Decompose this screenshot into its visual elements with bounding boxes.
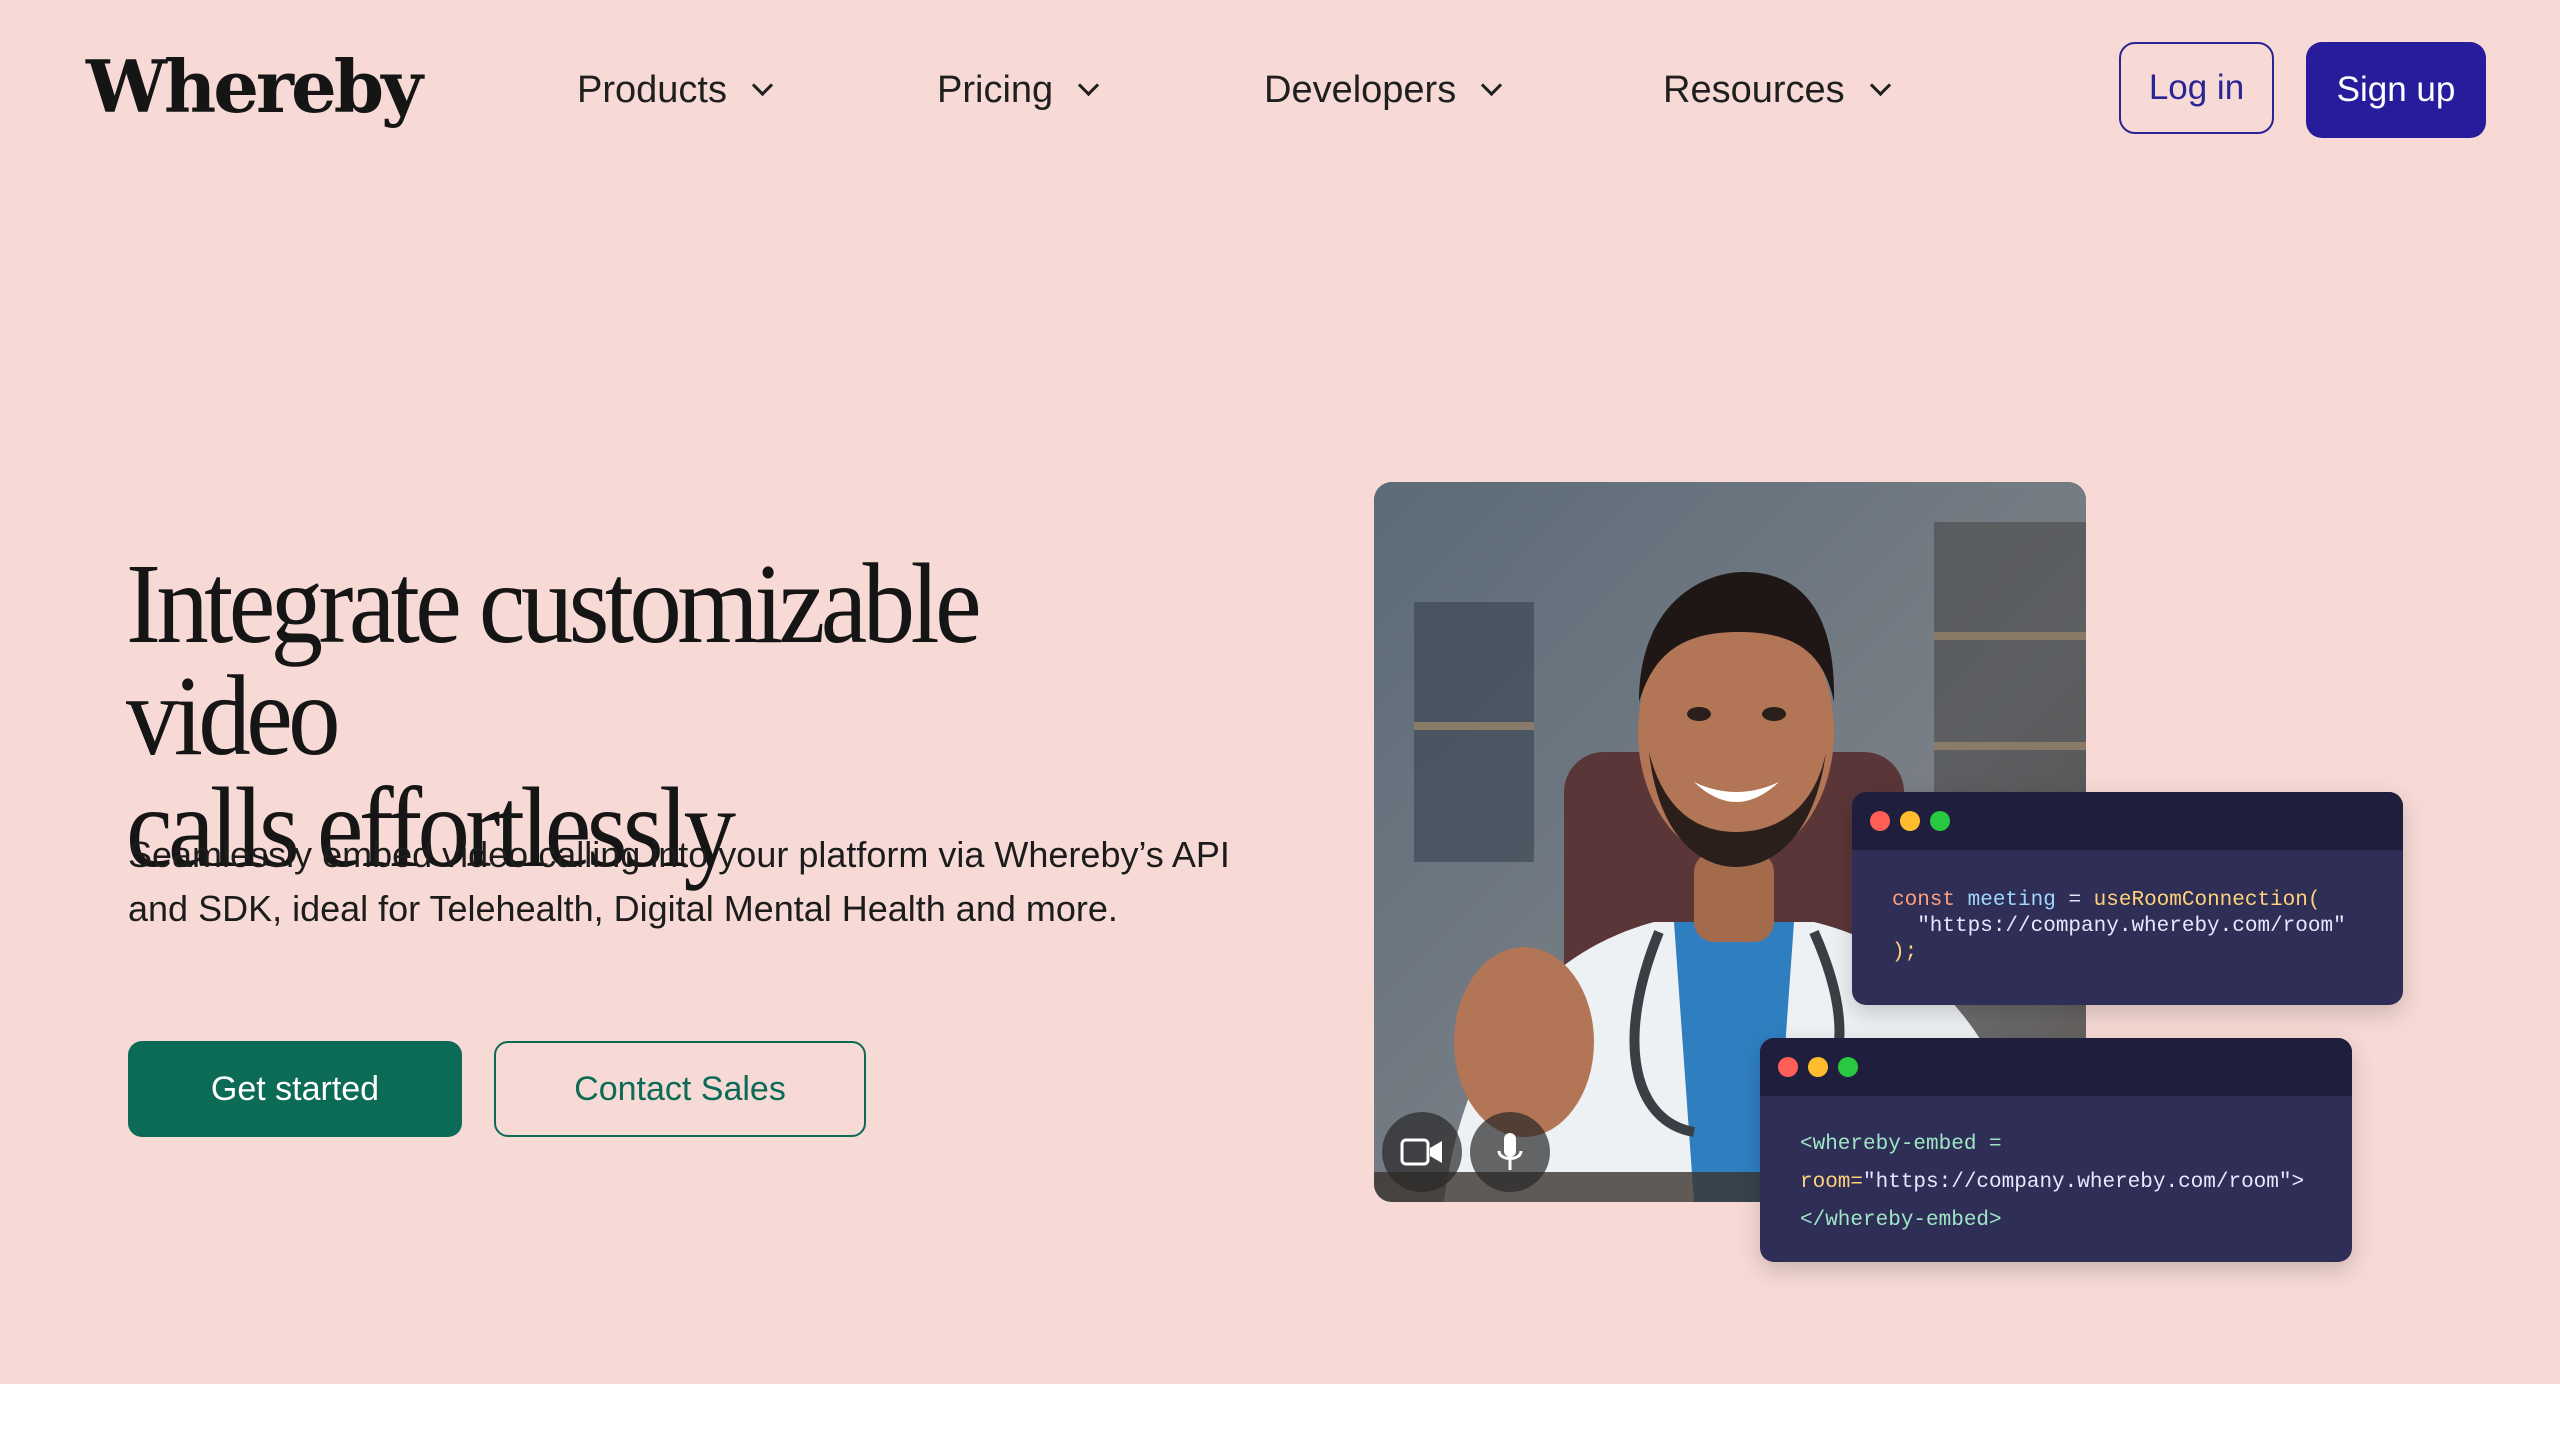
code-string: "https://company.whereby.com/room"> xyxy=(1863,1171,2305,1194)
code-closing: ); xyxy=(1892,941,1918,964)
maximize-dot-icon xyxy=(1930,811,1950,831)
nav-pricing[interactable]: Pricing xyxy=(937,60,1100,120)
minimize-dot-icon xyxy=(1900,811,1920,831)
code-keyword: const xyxy=(1892,889,1956,912)
chevron-down-icon xyxy=(1481,74,1503,96)
nav-products[interactable]: Products xyxy=(577,60,774,120)
code-operator: = xyxy=(2055,889,2094,912)
code-block: <whereby-embed = room="https://company.w… xyxy=(1760,1096,2352,1240)
chevron-down-icon xyxy=(1078,74,1100,96)
signup-button[interactable]: Sign up xyxy=(2306,42,2486,138)
code-snippet-sdk: const meeting = useRoomConnection( "http… xyxy=(1852,792,2403,1005)
nav-developers-label: Developers xyxy=(1264,68,1457,111)
code-attribute: room= xyxy=(1800,1171,1864,1194)
microphone-icon xyxy=(1497,1133,1523,1170)
code-string: "https://company.whereby.com/room" xyxy=(1892,915,2346,938)
get-started-button[interactable]: Get started xyxy=(128,1041,462,1137)
close-dot-icon xyxy=(1778,1057,1798,1077)
hero-subtext: Seamlessly embed video calling into your… xyxy=(128,834,1230,929)
nav-pricing-label: Pricing xyxy=(937,68,1054,111)
code-tag-open: <whereby-embed = xyxy=(1800,1133,2002,1156)
microphone-toggle-button[interactable] xyxy=(1470,1112,1550,1192)
nav-products-label: Products xyxy=(577,68,727,111)
minimize-dot-icon xyxy=(1808,1057,1828,1077)
code-variable: meeting xyxy=(1967,889,2056,912)
chevron-down-icon xyxy=(751,74,774,96)
headline-line-1: Integrate customizable video xyxy=(126,540,982,779)
hero-section: Whereby Products Pricing Developers Reso… xyxy=(0,0,2560,1384)
video-camera-icon xyxy=(1400,1138,1442,1166)
window-controls xyxy=(1852,792,2403,850)
chevron-down-icon xyxy=(1869,74,1891,96)
window-controls xyxy=(1760,1038,2352,1096)
code-function: useRoomConnection( xyxy=(2093,889,2321,912)
code-block: const meeting = useRoomConnection( "http… xyxy=(1852,850,2403,966)
maximize-dot-icon xyxy=(1838,1057,1858,1077)
close-dot-icon xyxy=(1870,811,1890,831)
whereby-logo[interactable]: Whereby xyxy=(86,42,423,132)
login-button[interactable]: Log in xyxy=(2119,42,2274,134)
code-tag-close: </whereby-embed> xyxy=(1800,1209,2002,1232)
camera-toggle-button[interactable] xyxy=(1382,1112,1462,1192)
nav-developers[interactable]: Developers xyxy=(1264,60,1503,120)
code-snippet-embed: <whereby-embed = room="https://company.w… xyxy=(1760,1038,2352,1262)
nav-resources-label: Resources xyxy=(1663,68,1845,111)
nav-resources[interactable]: Resources xyxy=(1663,60,1891,120)
contact-sales-button[interactable]: Contact Sales xyxy=(494,1041,866,1137)
